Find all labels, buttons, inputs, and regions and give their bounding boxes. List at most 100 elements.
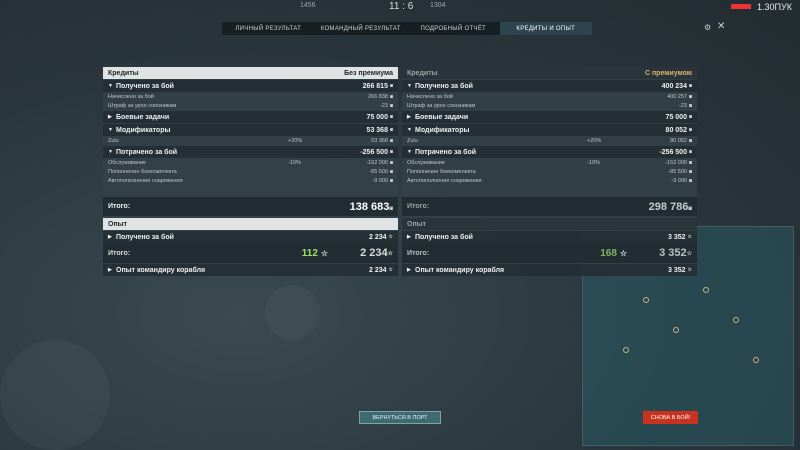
fine-value: -23 xyxy=(679,102,687,109)
supplies-row: Автопополнение снаряжения -9 000 ◙ xyxy=(103,176,398,185)
chevron-down-icon: ▼ xyxy=(108,83,113,89)
credits-header: Кредиты С премиумом xyxy=(402,67,697,79)
credits-title: Кредиты xyxy=(108,69,139,77)
credits-panel-premium: Кредиты С премиумом ▼ Получено за бой 40… xyxy=(402,67,697,276)
ammo-value: -85 500 xyxy=(668,168,687,175)
compass-ring xyxy=(0,340,110,450)
received-row[interactable]: ▼ Получено за бой 400 234 ◙ xyxy=(402,80,697,92)
spent-label: Потрачено за бой xyxy=(415,148,477,156)
credit-icon: ◙ xyxy=(389,102,393,109)
credit-icon: ◙ xyxy=(688,168,692,175)
accrued-value: 400 257 xyxy=(667,93,687,100)
credit-icon: ◙ xyxy=(389,168,393,175)
total-value: 298 786 xyxy=(648,200,689,213)
commander-row[interactable]: ▶ Опыт командиру корабля 3 352 ☆ xyxy=(402,264,697,276)
service-value: -162 000 xyxy=(665,159,687,166)
accrued-row: Начислено за бой 266 838 ◙ xyxy=(103,92,398,101)
xp-header: Опыт xyxy=(103,218,398,230)
credit-icon: ◙ xyxy=(688,205,692,212)
star-icon: ☆ xyxy=(687,267,692,273)
missions-label: Боевые задачи xyxy=(116,113,170,121)
battle-timer: 11 : 6 xyxy=(389,1,414,12)
modifiers-value: 80 052 xyxy=(665,126,687,134)
missions-row[interactable]: ▶ Боевые задачи 75 000 ◙ xyxy=(402,111,697,123)
chevron-right-icon: ▶ xyxy=(108,234,112,240)
credits-total-row: Итого: 298 786◙ xyxy=(402,197,697,216)
missions-row[interactable]: ▶ Боевые задачи 75 000 ◙ xyxy=(103,111,398,123)
chevron-right-icon: ▶ xyxy=(407,267,411,273)
star-icon: ☆ xyxy=(388,267,393,273)
zulu-value: 53 368 xyxy=(371,137,388,144)
close-icon[interactable]: ✕ xyxy=(717,21,725,32)
top-bar: 1456 11 : 6 1304 1.30ПУК xyxy=(0,0,800,22)
credit-icon: ◙ xyxy=(389,159,393,166)
star-icon: ☆ xyxy=(388,234,393,240)
ping-indicator xyxy=(731,4,751,9)
credit-icon: ◙ xyxy=(688,159,692,166)
received-value: 400 234 xyxy=(661,82,687,90)
missions-value: 75 000 xyxy=(366,113,388,121)
spent-row[interactable]: ▼ Потрачено за бой -256 500 ◙ xyxy=(103,146,398,158)
zulu-row: Zulu +20% 80 052 ◙ xyxy=(402,136,697,145)
xp-title: Опыт xyxy=(108,220,128,228)
ammo-label: Пополнение боекомплекта xyxy=(108,168,177,175)
credit-icon: ◙ xyxy=(389,149,393,155)
commander-row[interactable]: ▶ Опыт командиру корабля 2 234 ☆ xyxy=(103,264,398,276)
tab-personal-result[interactable]: Личный результат xyxy=(222,22,315,35)
supplies-row: Автопополнение снаряжения -9 000 ◙ xyxy=(402,176,697,185)
zulu-percent: +20% xyxy=(587,137,602,144)
tab-detailed-report[interactable]: Подробный отчёт xyxy=(407,22,500,35)
modifiers-row[interactable]: ▼ Модификаторы 53 368 ◙ xyxy=(103,124,398,136)
credit-icon: ◙ xyxy=(389,127,393,133)
star-icon: ☆ xyxy=(686,250,692,257)
received-row[interactable]: ▼ Получено за бой 266 815 ◙ xyxy=(103,80,398,92)
credit-icon: ◙ xyxy=(389,93,393,100)
spent-value: -256 500 xyxy=(360,148,388,156)
xp-received-row[interactable]: ▶ Получено за бой 2 234 ☆ xyxy=(103,231,398,243)
credit-icon: ◙ xyxy=(389,83,393,89)
island-icon xyxy=(673,327,679,333)
credits-panel-standard: Кредиты Без премиума ▼ Получено за бой 2… xyxy=(103,67,398,276)
zulu-row: Zulu +20% 53 368 ◙ xyxy=(103,136,398,145)
service-row: Обслуживание -10% -162 000 ◙ xyxy=(402,158,697,167)
return-to-port-button[interactable]: Вернуться в порт xyxy=(359,411,441,424)
star-icon: ☆ xyxy=(387,250,393,257)
service-percent: -10% xyxy=(587,159,600,166)
zulu-value: 80 052 xyxy=(670,137,687,144)
battle-again-button[interactable]: Снова в бой! xyxy=(643,411,698,424)
credit-icon: ◙ xyxy=(688,177,692,184)
credit-icon: ◙ xyxy=(688,93,692,100)
tab-credits-xp[interactable]: Кредиты и опыт xyxy=(499,22,592,35)
island-icon xyxy=(643,297,649,303)
xp-received-value: 3 352 xyxy=(667,233,686,241)
left-team-score: 1456 xyxy=(300,2,316,9)
ammo-row: Пополнение боекомплекта -85 500 ◙ xyxy=(402,167,697,176)
island-icon xyxy=(753,357,759,363)
credit-icon: ◙ xyxy=(389,137,393,144)
accrued-label: Начислено за бой xyxy=(407,93,453,100)
credit-icon: ◙ xyxy=(688,127,692,133)
spent-row[interactable]: ▼ Потрачено за бой -256 500 ◙ xyxy=(402,146,697,158)
gear-icon[interactable]: ⚙ xyxy=(704,23,711,32)
xp-received-row[interactable]: ▶ Получено за бой 3 352 ☆ xyxy=(402,231,697,243)
modifiers-row[interactable]: ▼ Модификаторы 80 052 ◙ xyxy=(402,124,697,136)
chevron-right-icon: ▶ xyxy=(407,234,411,240)
chevron-right-icon: ▶ xyxy=(108,267,112,273)
credit-icon: ◙ xyxy=(688,83,692,89)
xp-total-row: Итого: 112 ☆ 2 234 ☆ xyxy=(103,243,398,263)
total-label: Итого: xyxy=(407,203,430,210)
credits-header: Кредиты Без премиума xyxy=(103,67,398,79)
fine-value: -23 xyxy=(380,102,388,109)
commander-label: Опыт командиру корабля xyxy=(116,266,206,274)
missions-label: Боевые задачи xyxy=(415,113,469,121)
accrued-label: Начислено за бой xyxy=(108,93,154,100)
received-value: 266 815 xyxy=(362,82,388,90)
supplies-value: -9 000 xyxy=(372,177,388,184)
credits-total-row: Итого: 138 683◙ xyxy=(103,197,398,216)
tab-team-result[interactable]: Командный результат xyxy=(315,22,408,35)
missions-value: 75 000 xyxy=(665,113,687,121)
ammo-value: -85 500 xyxy=(369,168,388,175)
ship-marker xyxy=(265,285,320,340)
modifiers-label: Модификаторы xyxy=(415,126,470,134)
chevron-down-icon: ▼ xyxy=(407,149,412,155)
